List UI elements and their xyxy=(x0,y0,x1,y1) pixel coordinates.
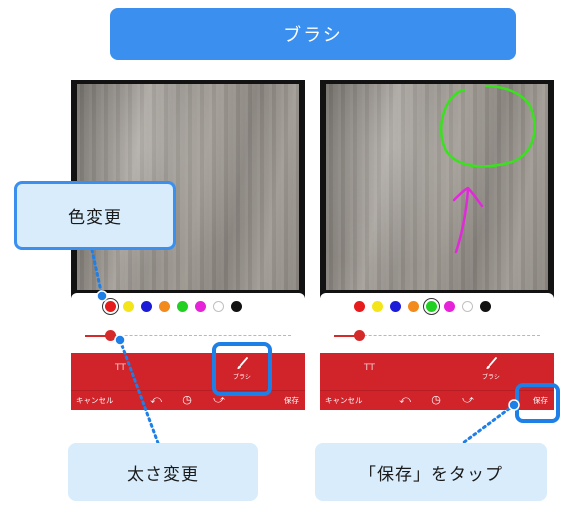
tap-save-callout: 「保存」をタップ xyxy=(315,443,547,501)
size-change-label: 太さ変更 xyxy=(127,464,199,485)
callout-connectors xyxy=(90,248,520,445)
size-change-callout: 太さ変更 xyxy=(68,443,258,501)
color-change-label: 色変更 xyxy=(68,208,122,228)
tap-save-label: 「保存」をタップ xyxy=(359,464,503,485)
color-change-callout: 色変更 xyxy=(14,181,176,250)
